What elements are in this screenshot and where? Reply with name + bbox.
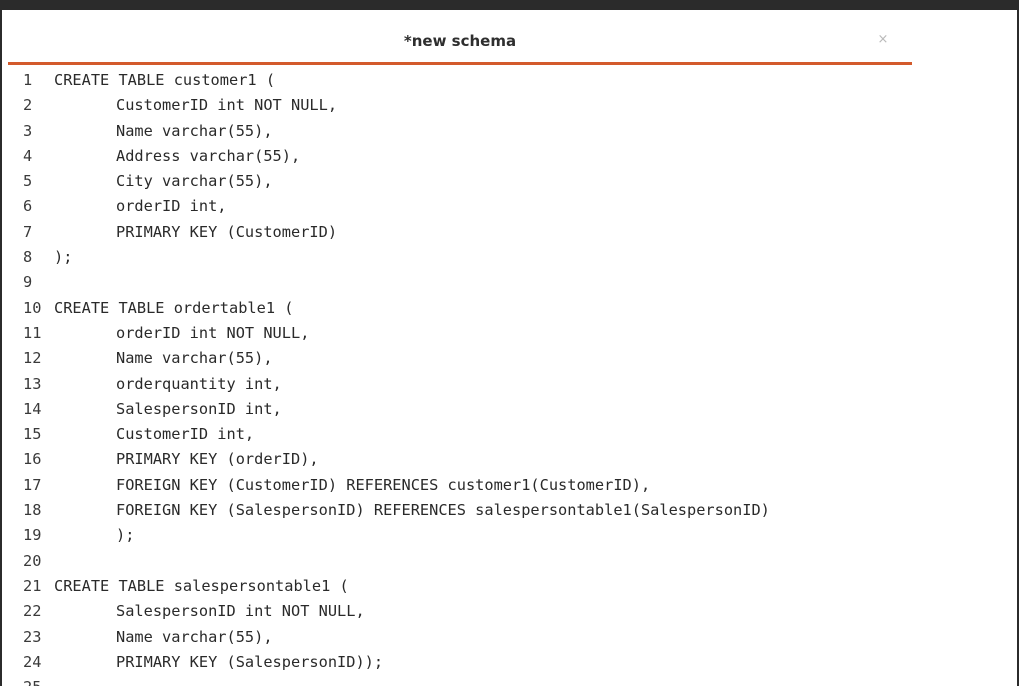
- code-text[interactable]: FOREIGN KEY (SalespersonID) REFERENCES s…: [116, 498, 770, 523]
- line-number: 15: [23, 425, 42, 444]
- code-line[interactable]: 22 SalespersonID int NOT NULL,: [10, 599, 1013, 624]
- code-line[interactable]: 20: [10, 549, 1013, 574]
- line-number: 25: [23, 675, 47, 686]
- line-number: 12: [23, 349, 42, 368]
- line-number: 5: [23, 172, 33, 191]
- line-number: 7: [23, 222, 33, 241]
- code-line[interactable]: 12 Name varchar(55),: [10, 346, 1013, 371]
- line-number: 14: [23, 399, 42, 418]
- line-number: 18: [23, 501, 42, 520]
- code-text[interactable]: Name varchar(55),: [116, 119, 273, 144]
- active-tab-indicator: [8, 62, 912, 65]
- code-line[interactable]: 5 City varchar(55),: [10, 169, 1013, 194]
- line-number: 24: [23, 652, 42, 671]
- code-line[interactable]: 17 FOREIGN KEY (CustomerID) REFERENCES cu…: [10, 473, 1013, 498]
- line-number: 2: [23, 96, 33, 115]
- code-line[interactable]: 1 CREATE TABLE customer1 (: [10, 68, 1013, 93]
- code-text[interactable]: FOREIGN KEY (CustomerID) REFERENCES cust…: [116, 473, 650, 498]
- code-line[interactable]: 6 orderID int,: [10, 194, 1013, 219]
- line-number: 21: [23, 576, 42, 595]
- code-text[interactable]: PRIMARY KEY (SalespersonID));: [116, 650, 383, 675]
- code-line[interactable]: 18 FOREIGN KEY (SalespersonID) REFERENCES…: [10, 498, 1013, 523]
- line-number: 11: [23, 323, 42, 342]
- line-number: 8: [23, 248, 33, 267]
- code-line[interactable]: 11 orderID int NOT NULL,: [10, 321, 1013, 346]
- line-number: 22: [23, 602, 42, 621]
- line-number: 17: [23, 475, 42, 494]
- close-icon[interactable]: ×: [874, 31, 892, 49]
- code-text[interactable]: );: [116, 523, 134, 548]
- code-line[interactable]: 16 PRIMARY KEY (orderID),: [10, 447, 1013, 472]
- code-line[interactable]: 8);: [10, 245, 1013, 270]
- line-number: 4: [23, 146, 33, 165]
- code-line[interactable]: 4 Address varchar(55),: [10, 144, 1013, 169]
- code-text[interactable]: CustomerID int,: [116, 422, 254, 447]
- code-text[interactable]: orderID int,: [116, 194, 227, 219]
- code-text[interactable]: );: [54, 245, 72, 270]
- code-text[interactable]: CREATE TABLE ordertable1 (: [54, 296, 293, 321]
- code-text[interactable]: PRIMARY KEY (CustomerID): [116, 220, 337, 245]
- code-text[interactable]: PRIMARY KEY (orderID),: [116, 447, 319, 472]
- tab-new-schema[interactable]: *new schema ×: [8, 10, 912, 66]
- code-text[interactable]: CREATE TABLE salespersontable1 (: [54, 574, 349, 599]
- code-line[interactable]: 9: [10, 270, 1013, 295]
- code-text[interactable]: Name varchar(55),: [116, 346, 273, 371]
- code-text[interactable]: CustomerID int NOT NULL,: [116, 93, 337, 118]
- code-text[interactable]: SalespersonID int,: [116, 397, 282, 422]
- code-line[interactable]: 13 orderquantity int,: [10, 372, 1013, 397]
- tab-bar: *new schema ×: [2, 10, 1017, 66]
- code-text[interactable]: CREATE TABLE customer1 (: [54, 68, 275, 93]
- line-number: 9: [23, 273, 33, 292]
- code-line[interactable]: 25: [10, 675, 1013, 686]
- code-text[interactable]: Address varchar(55),: [116, 144, 300, 169]
- code-line[interactable]: 3 Name varchar(55),: [10, 119, 1013, 144]
- code-text[interactable]: Name varchar(55),: [116, 625, 273, 650]
- line-number: 10: [23, 298, 42, 317]
- code-line[interactable]: 15 CustomerID int,: [10, 422, 1013, 447]
- line-number: 20: [23, 551, 42, 570]
- line-number: 3: [23, 121, 33, 140]
- line-number: 19: [23, 526, 42, 545]
- code-line[interactable]: 14 SalespersonID int,: [10, 397, 1013, 422]
- tab-title: *new schema: [403, 32, 517, 50]
- code-line[interactable]: 7 PRIMARY KEY (CustomerID): [10, 220, 1013, 245]
- line-number: 1: [23, 71, 33, 89]
- code-text[interactable]: City varchar(55),: [116, 169, 273, 194]
- code-line[interactable]: 10 CREATE TABLE ordertable1 (: [10, 296, 1013, 321]
- line-number: 16: [23, 450, 42, 469]
- code-text[interactable]: orderquantity int,: [116, 372, 282, 397]
- editor-window: *new schema × 1 CREATE TABLE customer1 (2…: [0, 0, 1019, 686]
- code-editor[interactable]: 1 CREATE TABLE customer1 ( 2 CustomerID int…: [10, 68, 1013, 686]
- code-line[interactable]: 19);: [10, 523, 1013, 548]
- line-number: 13: [23, 374, 42, 393]
- line-number: 23: [23, 627, 42, 646]
- code-line[interactable]: 23 Name varchar(55),: [10, 625, 1013, 650]
- code-text[interactable]: orderID int NOT NULL,: [116, 321, 309, 346]
- code-line[interactable]: 24 PRIMARY KEY (SalespersonID));: [10, 650, 1013, 675]
- code-line[interactable]: 2 CustomerID int NOT NULL,: [10, 93, 1013, 118]
- line-number: 6: [23, 197, 33, 216]
- code-text[interactable]: SalespersonID int NOT NULL,: [116, 599, 365, 624]
- code-line[interactable]: 21 CREATE TABLE salespersontable1 (: [10, 574, 1013, 599]
